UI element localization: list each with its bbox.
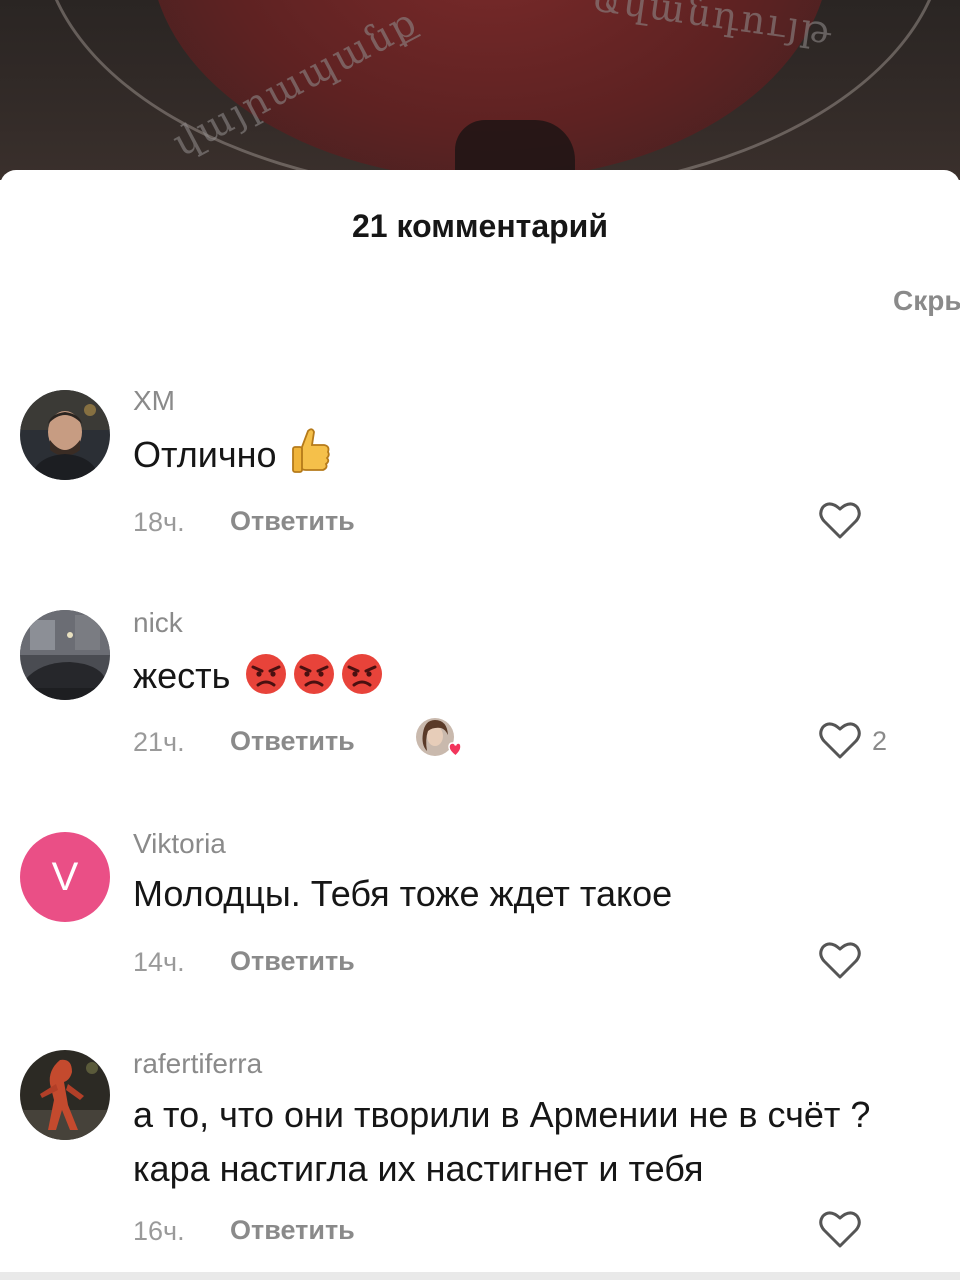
reply-button[interactable]: Ответить — [230, 946, 355, 977]
heart-icon[interactable] — [818, 1209, 862, 1249]
angry-face-emoji-icon — [246, 654, 287, 694]
like-count: 2 — [872, 726, 888, 756]
creator-liked-icon — [416, 718, 461, 757]
comment-text: а то, что они творили в Армении не в счё… — [133, 1094, 871, 1189]
avatar[interactable] — [20, 610, 110, 700]
avatar-photo-icon — [20, 610, 110, 700]
avatar[interactable]: V — [20, 832, 110, 922]
comment-text-body: жесть — [133, 655, 231, 696]
comment-time: 14ч. — [133, 947, 185, 977]
video-background[interactable]: վայրապանք Ավանդույթ — [0, 0, 960, 180]
heart-icon[interactable] — [818, 500, 862, 540]
comment-username[interactable]: XM — [133, 385, 175, 417]
comment-text-body: Отлично — [133, 434, 277, 475]
hide-button[interactable]: Скры — [893, 285, 960, 317]
comments-count-title: 21 комментарий — [351, 208, 609, 244]
comment-text: Отлично — [133, 427, 953, 482]
avatar[interactable] — [20, 390, 110, 480]
comment-text: жесть — [133, 649, 953, 703]
comments-sheet: 21 комментарий Скры XM Отлично 18ч. Отве… — [0, 170, 960, 1280]
heart-icon[interactable] — [818, 720, 862, 760]
bottom-divider — [0, 1272, 960, 1280]
angry-face-emoji-icon — [342, 654, 383, 694]
comment-time: 18ч. — [133, 507, 185, 537]
comment-time: 16ч. — [133, 1216, 185, 1246]
thumbs-up-emoji-icon — [292, 428, 331, 473]
comment-username[interactable]: nick — [133, 607, 183, 639]
reply-button[interactable]: Ответить — [230, 726, 355, 757]
reply-button[interactable]: Ответить — [230, 506, 355, 537]
comment-text: Молодцы. Тебя тоже ждет такое — [133, 873, 673, 914]
comment-time: 21ч. — [133, 727, 185, 757]
heart-icon[interactable] — [818, 940, 862, 980]
avatar-photo-icon — [20, 1050, 110, 1140]
avatar[interactable] — [20, 1050, 110, 1140]
reply-button[interactable]: Ответить — [230, 1215, 355, 1246]
avatar-photo-icon — [20, 390, 110, 480]
angry-face-emoji-icon — [294, 654, 335, 694]
comment-username[interactable]: rafertiferra — [133, 1048, 262, 1080]
comment-username[interactable]: Viktoria — [133, 828, 226, 860]
